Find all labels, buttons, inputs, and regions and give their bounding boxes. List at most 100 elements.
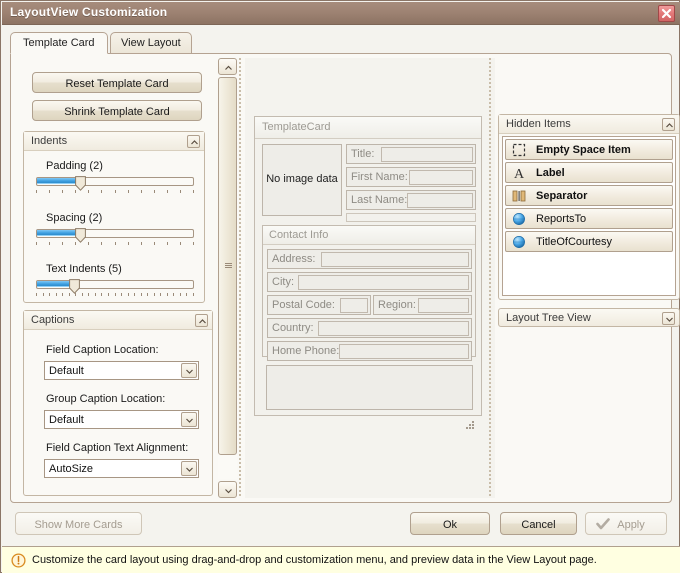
- right-splitter[interactable]: [489, 58, 491, 498]
- field-first-name[interactable]: First Name:: [346, 167, 476, 187]
- group-caption-location-value: Default: [49, 414, 84, 426]
- slider-thumb[interactable]: [69, 279, 80, 294]
- indents-collapse-button[interactable]: [187, 135, 200, 148]
- scrollbar-thumb[interactable]: [218, 77, 237, 455]
- tab-view-layout[interactable]: View Layout: [110, 32, 192, 54]
- scrollbar-track[interactable]: [218, 77, 237, 479]
- title-bar: LayoutView Customization: [2, 2, 680, 25]
- reset-template-card-button[interactable]: Reset Template Card: [32, 72, 202, 93]
- template-card[interactable]: TemplateCard No image data Title: First …: [254, 116, 482, 416]
- text-indents-slider-label: Text Indents (5): [46, 263, 122, 275]
- field-postal-code-input[interactable]: [340, 298, 368, 313]
- photo-placeholder[interactable]: No image data: [262, 144, 342, 216]
- status-message: Customize the card layout using drag-and…: [32, 554, 597, 566]
- field-country[interactable]: Country:: [267, 318, 472, 338]
- field-home-phone-caption: Home Phone:: [272, 345, 340, 357]
- dialog-window: LayoutView Customization Template Card V…: [0, 0, 680, 573]
- indents-group: Indents Padding (2) Spacing (2) Text Ind…: [23, 131, 205, 303]
- text-indents-slider[interactable]: [36, 279, 194, 296]
- padding-slider[interactable]: [36, 176, 194, 193]
- field-spacer[interactable]: [346, 213, 476, 222]
- field-city-input[interactable]: [298, 275, 469, 290]
- chevron-up-icon: [225, 65, 232, 70]
- show-more-cards-button[interactable]: Show More Cards: [15, 512, 142, 535]
- options-scrollbar[interactable]: [218, 58, 237, 498]
- field-city[interactable]: City:: [267, 272, 472, 292]
- layout-tree-view-title: Layout Tree View: [506, 312, 591, 324]
- card-design-surface[interactable]: TemplateCard No image data Title: First …: [245, 58, 495, 498]
- field-address[interactable]: Address:: [267, 249, 472, 269]
- chevron-down-icon: [225, 489, 232, 494]
- field-title[interactable]: Title:: [346, 144, 476, 164]
- empty-space-panel[interactable]: [266, 365, 473, 410]
- template-card-title: TemplateCard: [262, 121, 331, 133]
- indents-group-header: Indents: [24, 132, 204, 151]
- hidden-items-list[interactable]: Empty Space Item A Label Separator Repor…: [502, 136, 676, 296]
- shrink-template-card-button[interactable]: Shrink Template Card: [32, 100, 202, 121]
- field-postal-code[interactable]: Postal Code:: [267, 295, 371, 315]
- field-caption-text-alignment-value: AutoSize: [49, 463, 94, 475]
- close-button[interactable]: [658, 5, 675, 22]
- field-last-name[interactable]: Last Name:: [346, 190, 476, 210]
- field-caption-location-dropdown-arrow[interactable]: [181, 363, 197, 378]
- field-last-name-input[interactable]: [407, 193, 473, 208]
- hidden-items-group: Hidden Items Empty Space Item A Label Se…: [498, 114, 680, 300]
- field-address-input[interactable]: [321, 252, 469, 267]
- field-caption-location-value: Default: [49, 365, 84, 377]
- chevron-up-icon: [191, 140, 198, 145]
- field-region[interactable]: Region:: [373, 295, 472, 315]
- tab-template-card[interactable]: Template Card: [10, 32, 108, 54]
- field-title-caption: Title:: [351, 148, 375, 160]
- list-item-empty-space-item[interactable]: Empty Space Item: [505, 139, 673, 160]
- slider-thumb[interactable]: [75, 228, 86, 243]
- field-caption-location-combo[interactable]: Default: [44, 361, 199, 380]
- captions-collapse-button[interactable]: [195, 314, 208, 327]
- field-last-name-caption: Last Name:: [351, 194, 408, 206]
- field-home-phone-input[interactable]: [339, 344, 469, 359]
- field-home-phone[interactable]: Home Phone:: [267, 341, 472, 361]
- chevron-down-icon: [186, 369, 193, 374]
- card-resize-grip[interactable]: [466, 421, 476, 431]
- scroll-down-button[interactable]: [218, 481, 237, 498]
- indents-group-title: Indents: [31, 135, 68, 147]
- layout-tree-view-group[interactable]: Layout Tree View: [498, 308, 680, 327]
- list-item-separator[interactable]: Separator: [505, 185, 673, 206]
- list-item-label[interactable]: A Label: [505, 162, 673, 183]
- separator-bars-icon: [512, 189, 528, 204]
- spacing-slider[interactable]: [36, 228, 194, 245]
- field-address-caption: Address:: [272, 253, 316, 265]
- cancel-button[interactable]: Cancel: [500, 512, 577, 535]
- info-exclamation-icon: [11, 553, 26, 568]
- field-first-name-input[interactable]: [409, 170, 473, 185]
- field-caption-text-alignment-label: Field Caption Text Alignment:: [46, 442, 189, 454]
- scroll-up-button[interactable]: [218, 58, 237, 75]
- field-first-name-caption: First Name:: [351, 171, 408, 183]
- field-title-input[interactable]: [381, 147, 473, 162]
- list-item-label: Empty Space Item: [536, 144, 631, 156]
- field-postal-code-caption: Postal Code:: [272, 299, 335, 311]
- field-region-input[interactable]: [418, 298, 469, 313]
- group-caption-location-combo[interactable]: Default: [44, 410, 199, 429]
- list-item-reportsto[interactable]: ReportsTo: [505, 208, 673, 229]
- slider-thumb[interactable]: [75, 176, 86, 191]
- ok-button[interactable]: Ok: [410, 512, 490, 535]
- chevron-down-icon: [186, 418, 193, 423]
- field-country-input[interactable]: [318, 321, 469, 336]
- layout-tree-view-expand-button[interactable]: [662, 312, 675, 325]
- slider-ticks: [36, 293, 194, 298]
- field-caption-text-alignment-combo[interactable]: AutoSize: [44, 459, 199, 478]
- contact-info-title: Contact Info: [269, 229, 329, 241]
- field-caption-text-alignment-dropdown-arrow[interactable]: [181, 461, 197, 476]
- hidden-items-collapse-button[interactable]: [662, 118, 675, 131]
- photo-placeholder-text: No image data: [266, 173, 338, 185]
- list-item-titleofcourtesy[interactable]: TitleOfCourtesy: [505, 231, 673, 252]
- list-item-label: Label: [536, 167, 565, 179]
- left-splitter[interactable]: [239, 58, 241, 498]
- hidden-items-header: Hidden Items: [499, 115, 679, 134]
- contact-info-group[interactable]: Contact Info Address: City: Postal Code:: [262, 225, 476, 361]
- group-caption-location-dropdown-arrow[interactable]: [181, 412, 197, 427]
- tab-page-template-card: Reset Template Card Shrink Template Card…: [10, 53, 680, 503]
- apply-button[interactable]: Apply: [585, 512, 667, 535]
- svg-text:A: A: [514, 167, 525, 180]
- list-item-label: TitleOfCourtesy: [536, 236, 613, 248]
